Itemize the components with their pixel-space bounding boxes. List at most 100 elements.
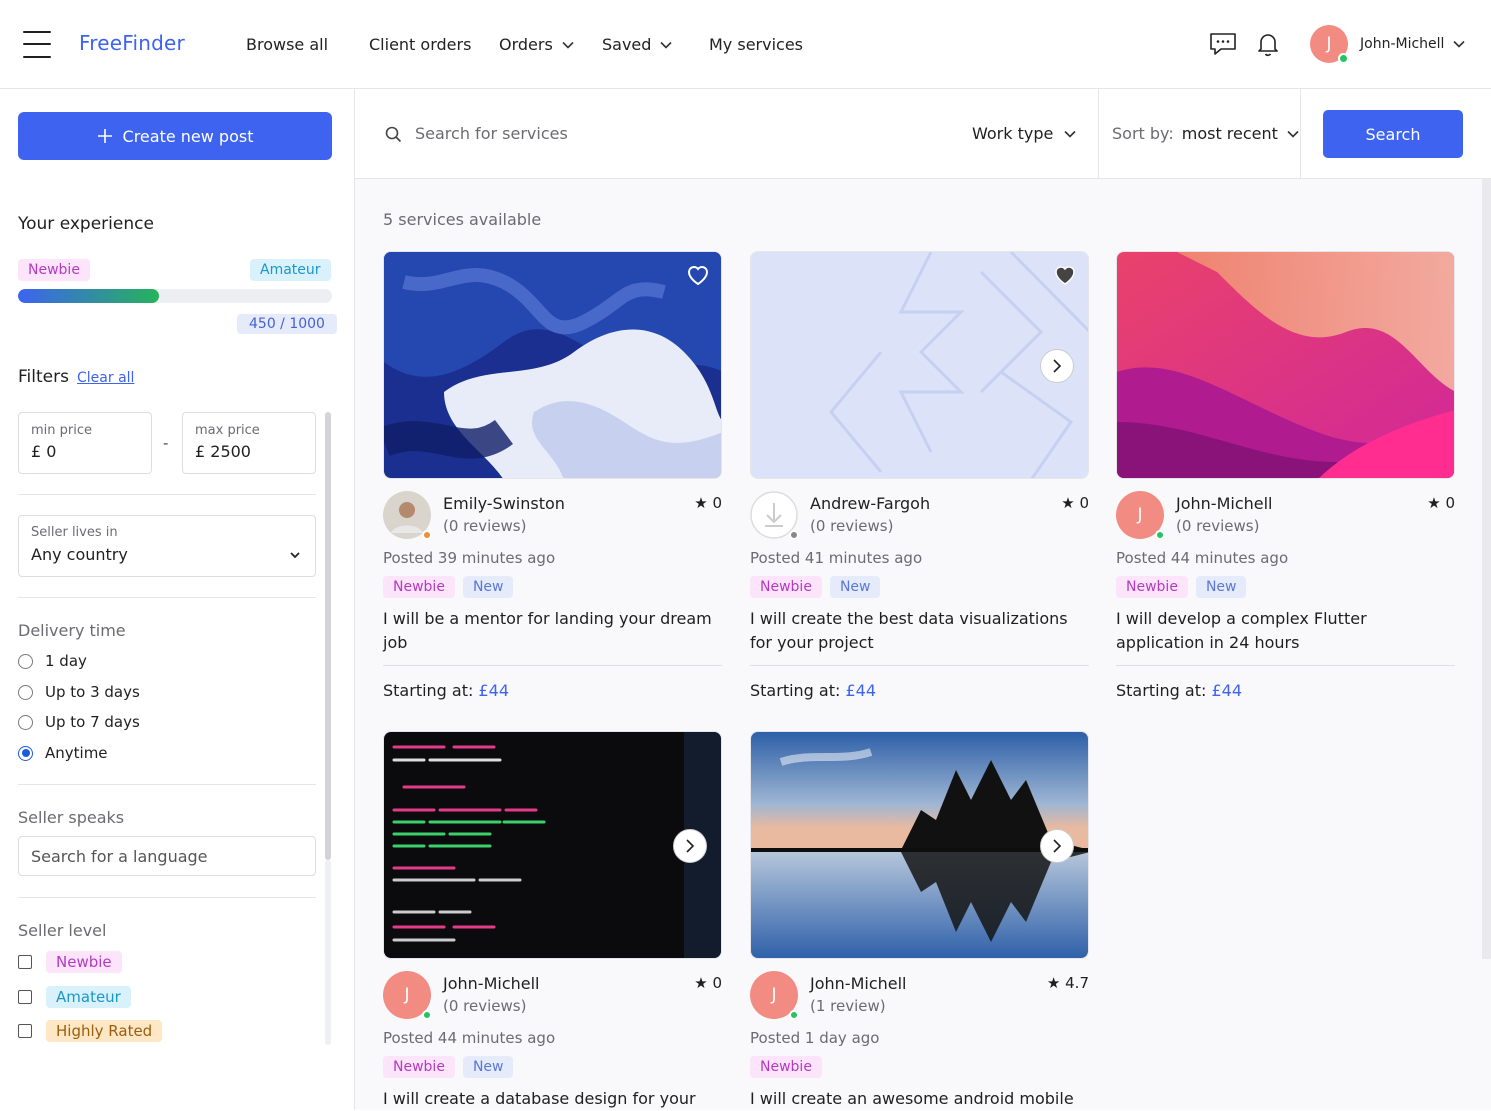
- radio-button-selected[interactable]: [18, 745, 33, 761]
- seller-rating: ★ 0: [1061, 494, 1089, 512]
- service-image-pink-waves[interactable]: [1116, 251, 1455, 479]
- sidebar-scrollbar-thumb[interactable]: [325, 412, 331, 860]
- max-price-field[interactable]: max price £ 2500: [182, 412, 316, 474]
- work-type-dropdown[interactable]: Work type: [972, 124, 1077, 143]
- seller-rating: ★ 0: [694, 974, 722, 992]
- seller-reviews: (1 review): [810, 997, 886, 1015]
- seller-avatar[interactable]: J: [383, 971, 432, 1020]
- level-filter-highly-rated[interactable]: Highly Rated: [18, 1020, 163, 1042]
- nav-client-orders[interactable]: Client orders: [369, 35, 471, 54]
- checkbox[interactable]: [18, 1024, 32, 1038]
- seller-rating: ★ 0: [1427, 494, 1455, 512]
- divider: [18, 784, 316, 785]
- delivery-option-7-days[interactable]: Up to 7 days: [18, 713, 140, 731]
- radio-button[interactable]: [18, 653, 33, 669]
- chevron-right-icon: [1053, 359, 1062, 373]
- user-menu[interactable]: John-Michell: [1360, 36, 1466, 52]
- seller-name[interactable]: Emily-Swinston: [443, 494, 565, 513]
- seller-name[interactable]: Andrew-Fargoh: [810, 494, 930, 513]
- divider: [1300, 89, 1301, 179]
- option-label: 1 day: [45, 652, 87, 670]
- badge-newbie: Newbie: [750, 1056, 822, 1078]
- seller-avatar[interactable]: [383, 491, 432, 540]
- checkbox[interactable]: [18, 955, 32, 969]
- clear-all-link[interactable]: Clear all: [77, 370, 134, 386]
- country-value: Any country: [31, 545, 128, 564]
- min-price-field[interactable]: min price £ 0: [18, 412, 152, 474]
- badge-new: New: [462, 1056, 514, 1078]
- chevron-down-icon: [562, 41, 574, 49]
- seller-country-select[interactable]: Seller lives in Any country: [18, 515, 316, 577]
- seller-avatar[interactable]: J: [750, 971, 799, 1020]
- experience-title: Your experience: [18, 214, 154, 234]
- user-name: John-Michell: [1360, 36, 1445, 52]
- service-card[interactable]: Andrew-Fargoh (0 reviews) ★ 0 Posted 41 …: [750, 251, 1089, 711]
- sort-dropdown[interactable]: Sort by: most recent: [1112, 124, 1300, 143]
- next-image-button[interactable]: [673, 829, 707, 863]
- divider: [18, 597, 316, 598]
- seller-avatar[interactable]: J: [1116, 491, 1165, 540]
- heart-icon[interactable]: [1052, 262, 1078, 288]
- service-title[interactable]: I will develop a complex Flutter applica…: [1116, 607, 1455, 655]
- starting-label: Starting at:: [750, 681, 841, 700]
- service-card[interactable]: J John-Michell (0 reviews) ★ 0 Posted 44…: [383, 731, 722, 1111]
- seller-name[interactable]: John-Michell: [443, 974, 539, 993]
- language-search-input[interactable]: Search for a language: [18, 836, 316, 876]
- service-title[interactable]: I will create a database design for your: [383, 1087, 722, 1111]
- status-dot: [789, 530, 799, 540]
- posted-time: Posted 39 minutes ago: [383, 549, 556, 567]
- service-image-placeholder[interactable]: [750, 251, 1089, 479]
- delivery-option-3-days[interactable]: Up to 3 days: [18, 683, 140, 701]
- radio-button[interactable]: [18, 684, 33, 700]
- service-title[interactable]: I will be a mentor for landing your drea…: [383, 607, 722, 655]
- card-badges: Newbie New: [383, 576, 514, 598]
- level-filter-newbie[interactable]: Newbie: [18, 951, 122, 973]
- badge-newbie: Newbie: [383, 1056, 455, 1078]
- seller-avatar[interactable]: [750, 491, 799, 540]
- nav-label: Saved: [602, 35, 652, 54]
- heart-icon[interactable]: [685, 262, 711, 288]
- main-scrollbar-track[interactable]: [1482, 179, 1491, 959]
- posted-time: Posted 44 minutes ago: [1116, 549, 1289, 567]
- nav-saved[interactable]: Saved: [602, 35, 673, 54]
- nav-browse-all[interactable]: Browse all: [246, 35, 328, 54]
- chat-icon[interactable]: [1208, 29, 1238, 59]
- service-card[interactable]: J John-Michell (0 reviews) ★ 0 Posted 44…: [1116, 251, 1455, 711]
- starting-price: Starting at: £44: [750, 681, 876, 700]
- app-logo[interactable]: FreeFinder: [79, 31, 185, 55]
- service-card[interactable]: J John-Michell (1 review) ★ 4.7 Posted 1…: [750, 731, 1089, 1111]
- service-card[interactable]: Emily-Swinston (0 reviews) ★ 0 Posted 39…: [383, 251, 722, 711]
- service-image-blue-ink[interactable]: [383, 251, 722, 479]
- sidebar-scrollbar-track[interactable]: [325, 860, 331, 1045]
- seller-name[interactable]: John-Michell: [810, 974, 906, 993]
- notification-bell-icon[interactable]: [1253, 29, 1283, 59]
- plus-icon: [97, 129, 112, 143]
- nav-orders[interactable]: Orders: [499, 35, 575, 54]
- service-image-code[interactable]: [383, 731, 722, 959]
- posted-time: Posted 44 minutes ago: [383, 1029, 556, 1047]
- service-title[interactable]: I will create an awesome android mobile …: [750, 1087, 1089, 1111]
- delivery-option-anytime[interactable]: Anytime: [18, 744, 108, 762]
- service-image-lake[interactable]: [750, 731, 1089, 959]
- seller-reviews: (0 reviews): [1176, 517, 1260, 535]
- checkbox[interactable]: [18, 990, 32, 1004]
- nav-my-services[interactable]: My services: [709, 35, 803, 54]
- user-avatar[interactable]: J: [1310, 25, 1349, 64]
- level-filter-amateur[interactable]: Amateur: [18, 986, 131, 1008]
- level-from-badge: Newbie: [18, 259, 90, 281]
- status-dot: [1155, 530, 1165, 540]
- search-button[interactable]: Search: [1323, 110, 1463, 158]
- chevron-right-icon: [686, 839, 695, 853]
- badge-newbie: Newbie: [383, 576, 455, 598]
- service-title[interactable]: I will create the best data visualizatio…: [750, 607, 1089, 655]
- service-search-input[interactable]: Search for services: [415, 124, 935, 143]
- radio-button[interactable]: [18, 714, 33, 730]
- status-dot: [789, 1010, 799, 1020]
- seller-name[interactable]: John-Michell: [1176, 494, 1272, 513]
- delivery-option-1-day[interactable]: 1 day: [18, 652, 87, 670]
- next-image-button[interactable]: [1040, 349, 1074, 383]
- next-image-button[interactable]: [1040, 829, 1074, 863]
- experience-points: 450 / 1000: [237, 314, 337, 334]
- create-new-post-button[interactable]: Create new post: [18, 112, 332, 160]
- hamburger-menu-icon[interactable]: [23, 29, 51, 59]
